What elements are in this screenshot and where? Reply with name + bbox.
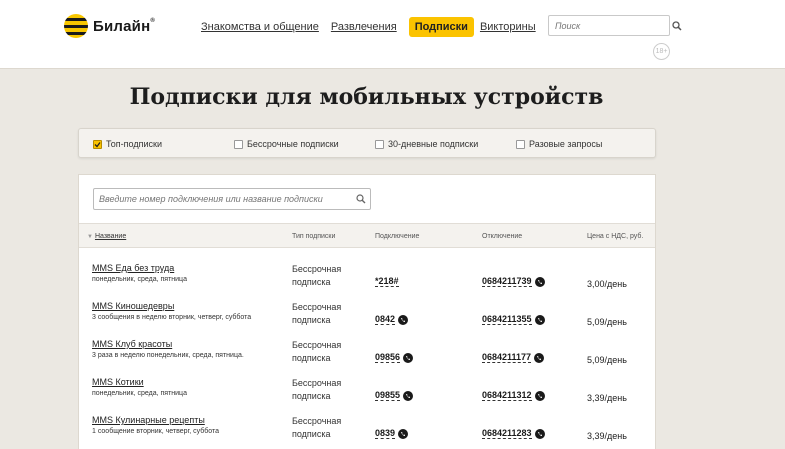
nav-dating[interactable]: Знакомства и общение bbox=[201, 21, 319, 33]
beeline-logo[interactable]: Билайн® bbox=[64, 13, 160, 39]
connect-code[interactable]: 09856 bbox=[375, 352, 414, 363]
age-rating-badge: 18+ bbox=[653, 43, 670, 60]
table-row: MMS Котики понедельник, среда, пятница Б… bbox=[79, 377, 655, 415]
main-nav: Знакомства и общение Развлечения Подписк… bbox=[201, 17, 548, 37]
subscription-schedule: понедельник, среда, пятница bbox=[92, 276, 187, 283]
header-search bbox=[548, 15, 682, 36]
disconnect-code[interactable]: 0684211355 bbox=[482, 314, 545, 325]
page-title: Подписки для мобильных устройств bbox=[129, 84, 604, 110]
connect-code[interactable]: 09855 bbox=[375, 390, 414, 401]
search-icon[interactable] bbox=[672, 18, 682, 34]
subscriptions-panel: ▼Название Тип подписки Подключение Отклю… bbox=[78, 174, 656, 449]
nav-subscriptions[interactable]: Подписки bbox=[408, 17, 474, 37]
header-search-input[interactable] bbox=[549, 20, 672, 31]
checkbox-icon[interactable] bbox=[375, 139, 384, 149]
filter-single-label: Разовые запросы bbox=[529, 139, 603, 149]
table-header: ▼ Название Тип подписки Подключение Отклю… bbox=[79, 223, 655, 248]
column-type: Тип подписки bbox=[292, 233, 336, 240]
disconnect-code[interactable]: 0684211177 bbox=[482, 352, 545, 363]
filter-30days-label: 30-дневные подписки bbox=[388, 139, 479, 149]
table-row: MMS Еда без труда понедельник, среда, пя… bbox=[79, 263, 655, 301]
price: 5,09/день bbox=[587, 317, 627, 327]
connect-code[interactable]: *218# bbox=[375, 276, 399, 287]
subscription-search-input[interactable] bbox=[94, 194, 352, 204]
subscription-name[interactable]: MMS Киношедевры bbox=[92, 301, 174, 311]
disconnect-code[interactable]: 0684211283 bbox=[482, 428, 545, 439]
filter-30days[interactable]: 30-дневные подписки bbox=[375, 139, 478, 149]
filter-single[interactable]: Разовые запросы bbox=[516, 139, 602, 149]
checkbox-checked-icon[interactable] bbox=[93, 139, 102, 149]
filter-unlimited[interactable]: Бессрочные подписки bbox=[234, 139, 339, 149]
nav-entertainment[interactable]: Развлечения bbox=[331, 21, 397, 33]
phone-icon[interactable] bbox=[534, 276, 545, 287]
disconnect-code[interactable]: 0684211739 bbox=[482, 276, 545, 287]
filter-bar: Топ-подписки Бессрочные подписки 30-днев… bbox=[78, 128, 656, 158]
price: 3,00/день bbox=[587, 279, 627, 289]
connect-code[interactable]: 0842 bbox=[375, 314, 409, 325]
nav-quizzes[interactable]: Викторины bbox=[480, 21, 536, 33]
disconnect-code[interactable]: 0684211312 bbox=[482, 390, 545, 401]
price: 3,39/день bbox=[587, 393, 627, 403]
phone-icon[interactable] bbox=[534, 352, 545, 363]
subscription-type: Бессрочная подписка bbox=[292, 302, 342, 325]
subscription-type: Бессрочная подписка bbox=[292, 264, 342, 287]
connect-code[interactable]: 0839 bbox=[375, 428, 409, 439]
filter-unlimited-label: Бессрочные подписки bbox=[247, 139, 339, 149]
subscription-type: Бессрочная подписка bbox=[292, 378, 342, 401]
search-icon[interactable] bbox=[352, 190, 370, 208]
column-name[interactable]: ▼ Название bbox=[87, 233, 126, 240]
column-connect: Подключение bbox=[375, 233, 420, 240]
subscription-name[interactable]: MMS Еда без труда bbox=[92, 263, 174, 273]
subscription-search bbox=[93, 188, 371, 210]
subscription-type: Бессрочная подписка bbox=[292, 416, 342, 439]
table-row: MMS Кулинарные рецепты 1 сообщение вторн… bbox=[79, 415, 655, 449]
subscription-name[interactable]: MMS Кулинарные рецепты bbox=[92, 415, 205, 425]
phone-icon[interactable] bbox=[398, 428, 409, 439]
sort-down-icon: ▼ bbox=[87, 234, 93, 240]
filter-top-label: Топ-подписки bbox=[106, 139, 162, 149]
phone-icon[interactable] bbox=[403, 352, 414, 363]
site-header: Билайн® Знакомства и общение Развлечения… bbox=[0, 0, 785, 69]
subscription-schedule: 3 раза в неделю понедельник, среда, пятн… bbox=[92, 352, 244, 359]
subscription-name[interactable]: MMS Клуб красоты bbox=[92, 339, 172, 349]
subscription-schedule: 3 сообщения в неделю вторник, четверг, с… bbox=[92, 314, 252, 321]
beeline-logo-icon bbox=[64, 14, 88, 38]
table-row: MMS Клуб красоты 3 раза в неделю понедел… bbox=[79, 339, 655, 377]
subscription-type: Бессрочная подписка bbox=[292, 340, 342, 363]
phone-icon[interactable] bbox=[534, 390, 545, 401]
table-row: MMS Киношедевры 3 сообщения в неделю вто… bbox=[79, 301, 655, 339]
price: 3,39/день bbox=[587, 431, 627, 441]
filter-top[interactable]: Топ-подписки bbox=[93, 139, 162, 149]
phone-icon[interactable] bbox=[534, 314, 545, 325]
price: 5,09/день bbox=[587, 355, 627, 365]
phone-icon[interactable] bbox=[403, 390, 414, 401]
phone-icon[interactable] bbox=[398, 314, 409, 325]
column-disconnect: Отключение bbox=[482, 233, 523, 240]
phone-icon[interactable] bbox=[534, 428, 545, 439]
column-price: Цена с НДС, руб. bbox=[587, 233, 644, 240]
checkbox-icon[interactable] bbox=[516, 139, 525, 149]
subscription-schedule: 1 сообщение вторник, четверг, суббота bbox=[92, 428, 219, 435]
brand-name: Билайн® bbox=[93, 17, 155, 35]
subscription-name[interactable]: MMS Котики bbox=[92, 377, 144, 387]
subscription-schedule: понедельник, среда, пятница bbox=[92, 390, 187, 397]
checkbox-icon[interactable] bbox=[234, 139, 243, 149]
